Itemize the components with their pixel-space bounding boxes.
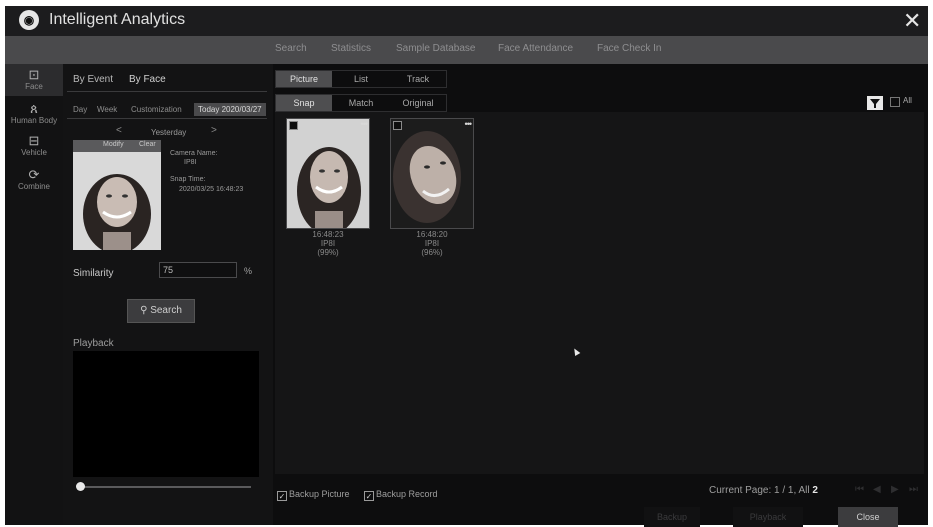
select-all-label: All <box>903 96 912 105</box>
title-bar: ◉ Intelligent Analytics ✕ <box>5 6 928 36</box>
backup-picture-label: Backup Picture <box>289 489 350 499</box>
query-face-portrait <box>73 152 161 250</box>
playback-label: Playback <box>73 338 114 349</box>
backup-record-label: Backup Record <box>376 489 438 499</box>
result-face-image <box>287 119 369 228</box>
page-info: Current Page: 1 / 1, All 2 <box>709 485 818 496</box>
prev-page-icon[interactable]: ◀ <box>873 484 881 495</box>
tab-search[interactable]: Search <box>275 43 307 54</box>
mouse-cursor-icon <box>571 346 581 357</box>
filter-button[interactable] <box>867 96 883 110</box>
backup-button[interactable]: Backup <box>644 507 700 527</box>
tab-face-attendance[interactable]: Face Attendance <box>498 43 573 54</box>
page-total: 2 <box>812 485 818 496</box>
image-mode-original[interactable]: Original <box>390 95 446 111</box>
day-label: Yesterday <box>151 128 187 137</box>
sidebar-item-vehicle[interactable]: ⊟ Vehicle <box>5 134 63 158</box>
page-info-text: Current Page: 1 / 1, All <box>709 485 810 496</box>
query-face-card: Modify Clear <box>73 140 161 250</box>
last-page-icon[interactable]: ⏭ <box>909 484 918 495</box>
thumbnail-checkbox[interactable] <box>289 121 298 130</box>
backup-record-option[interactable]: ✓ Backup Record <box>364 489 438 501</box>
search-panel: By Event By Face Day Week Customization … <box>63 64 273 525</box>
more-options-icon[interactable]: ••• <box>361 119 369 129</box>
filter-icon <box>870 99 880 108</box>
more-options-icon[interactable]: ••• <box>465 119 473 129</box>
prev-day-arrow[interactable]: < <box>116 125 122 136</box>
close-icon[interactable]: ✕ <box>903 8 921 34</box>
similarity-unit: % <box>244 266 253 276</box>
tab-statistics[interactable]: Statistics <box>331 43 371 54</box>
image-mode-snap[interactable]: Snap <box>276 95 332 111</box>
select-all-checkbox[interactable] <box>890 97 900 107</box>
snap-time-value: 2020/03/25 16:48:23 <box>179 186 244 193</box>
clear-button[interactable]: Clear <box>139 141 156 148</box>
divider <box>67 118 267 119</box>
intelligent-analytics-window: ◉ Intelligent Analytics ✕ Search Statist… <box>5 6 928 527</box>
sidebar: ⊡ Face ጰ Human Body ⊟ Vehicle ⟳ Combine <box>5 64 63 525</box>
date-tab-today[interactable]: Today 2020/03/27 <box>194 103 266 116</box>
sidebar-item-label: Face <box>25 82 43 91</box>
first-page-icon[interactable]: ⏮ <box>855 484 864 495</box>
divider <box>67 91 267 92</box>
sidebar-item-combine[interactable]: ⟳ Combine <box>5 168 63 192</box>
image-mode-match[interactable]: Match <box>333 95 389 111</box>
playback-video[interactable] <box>73 351 259 477</box>
search-button-label: Search <box>150 305 182 316</box>
tab-sample-database[interactable]: Sample Database <box>396 43 476 54</box>
date-tab-day[interactable]: Day <box>73 105 87 114</box>
tab-face-check-in[interactable]: Face Check In <box>597 43 661 54</box>
combine-icon: ⟳ <box>28 167 40 182</box>
view-mode-track[interactable]: Track <box>390 71 446 87</box>
camera-name-label: Camera Name: <box>170 150 218 157</box>
tab-by-face[interactable]: By Face <box>129 74 166 85</box>
window-title: Intelligent Analytics <box>49 11 186 28</box>
search-icon: ⚲ <box>140 305 148 316</box>
modify-button[interactable]: Modify <box>103 141 124 148</box>
date-tab-customization[interactable]: Customization <box>131 105 182 114</box>
result-thumbnail-2[interactable]: ••• <box>390 118 474 229</box>
playback-slider[interactable] <box>79 486 251 488</box>
sidebar-item-label: Human Body <box>10 116 58 125</box>
app-logo-icon: ◉ <box>19 10 39 30</box>
human-body-icon: ጰ <box>30 101 38 116</box>
face-icon: ⊡ <box>28 67 40 82</box>
view-mode-picture[interactable]: Picture <box>276 71 332 87</box>
backup-picture-option[interactable]: ✓ Backup Picture <box>277 489 350 501</box>
next-day-arrow[interactable]: > <box>211 125 217 136</box>
results-area: Picture List Track Snap Match Original A… <box>273 64 928 527</box>
thumbnail-checkbox[interactable] <box>393 121 402 130</box>
result-grid: ••• 16:48:23 IP8I (99%) ••• 16:48:20 IP8… <box>275 112 924 474</box>
face-card-toolbar: Modify Clear <box>73 140 161 152</box>
result-thumbnail-1[interactable]: ••• <box>286 118 370 229</box>
vehicle-icon: ⊟ <box>28 133 40 148</box>
sidebar-item-label: Combine <box>17 182 50 191</box>
result-time: 16:48:20 <box>416 230 448 239</box>
result-time: 16:48:23 <box>312 230 344 239</box>
result-score: (96%) <box>421 248 443 257</box>
view-mode-list[interactable]: List <box>333 71 389 87</box>
result-camera: IP8I <box>424 239 440 248</box>
next-page-icon[interactable]: ▶ <box>891 484 899 495</box>
playback-button[interactable]: Playback <box>733 507 803 527</box>
similarity-input[interactable]: 75 <box>159 262 237 278</box>
result-score: (99%) <box>317 248 339 257</box>
date-tab-week[interactable]: Week <box>97 105 117 114</box>
sidebar-item-face[interactable]: ⊡ Face <box>5 64 63 96</box>
query-face-image <box>73 152 161 250</box>
search-button[interactable]: ⚲ Search <box>127 299 195 323</box>
backup-record-checkbox[interactable]: ✓ <box>364 491 374 501</box>
camera-name-value: IP8I <box>184 159 197 166</box>
backup-picture-checkbox[interactable]: ✓ <box>277 491 287 501</box>
snap-time-label: Snap Time: <box>170 176 206 183</box>
sidebar-item-human-body[interactable]: ጰ Human Body <box>5 102 63 126</box>
result-face-image <box>391 119 473 228</box>
result-camera: IP8I <box>320 239 336 248</box>
tab-by-event[interactable]: By Event <box>73 74 113 85</box>
similarity-label: Similarity <box>73 268 114 279</box>
playback-slider-handle[interactable] <box>76 482 85 491</box>
close-button[interactable]: Close <box>838 507 898 527</box>
top-nav: Search Statistics Sample Database Face A… <box>5 36 928 64</box>
sidebar-item-label: Vehicle <box>21 148 47 157</box>
